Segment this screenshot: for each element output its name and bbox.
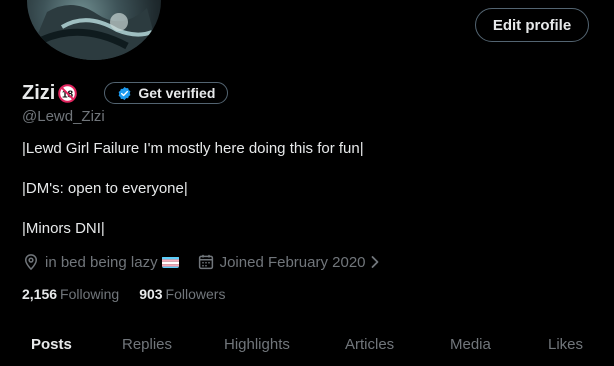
- profile-location: in bed being lazy: [45, 253, 158, 271]
- bio-line-2: |DM's: open to everyone|: [22, 180, 188, 197]
- following-label: Following: [60, 286, 120, 302]
- tab-posts[interactable]: Posts: [31, 336, 72, 353]
- transgender-flag-icon: [161, 256, 179, 268]
- tab-highlights[interactable]: Highlights: [224, 336, 290, 353]
- no-under-18-icon: 18: [58, 83, 78, 103]
- profile-tabs: Posts Replies Highlights Articles Media …: [0, 336, 614, 366]
- bio-line-1: |Lewd Girl Failure I'm mostly here doing…: [22, 140, 364, 157]
- location-pin-icon: [22, 253, 40, 271]
- following-count: 2,156: [22, 286, 58, 302]
- profile-meta-row: in bed being lazy Joined February 2020: [22, 252, 382, 272]
- followers-link[interactable]: 903 Followers: [139, 286, 225, 302]
- profile-name: Zizi: [22, 81, 56, 104]
- verified-check-icon: [117, 86, 132, 101]
- get-verified-label: Get verified: [138, 85, 216, 101]
- following-link[interactable]: 2,156 Following: [22, 286, 119, 302]
- joined-date-link[interactable]: Joined February 2020: [197, 253, 382, 271]
- tab-articles[interactable]: Articles: [345, 336, 394, 353]
- followers-count: 903: [139, 286, 163, 302]
- follow-stats: 2,156 Following 903 Followers: [22, 286, 245, 302]
- followers-label: Followers: [165, 286, 226, 302]
- profile-handle: @Lewd_Zizi: [22, 108, 105, 125]
- chevron-right-icon: [368, 255, 382, 269]
- get-verified-button[interactable]: Get verified: [104, 82, 229, 104]
- joined-date: Joined February 2020: [219, 253, 366, 271]
- bio-line-3: |Minors DNI|: [22, 220, 105, 237]
- tab-media[interactable]: Media: [450, 336, 491, 353]
- profile-avatar[interactable]: [27, 0, 161, 60]
- tab-likes[interactable]: Likes: [548, 336, 583, 353]
- profile-name-row: Zizi 18 Get verified: [22, 80, 229, 106]
- calendar-icon: [197, 253, 215, 271]
- tab-replies[interactable]: Replies: [122, 336, 172, 353]
- edit-profile-button[interactable]: Edit profile: [475, 8, 589, 42]
